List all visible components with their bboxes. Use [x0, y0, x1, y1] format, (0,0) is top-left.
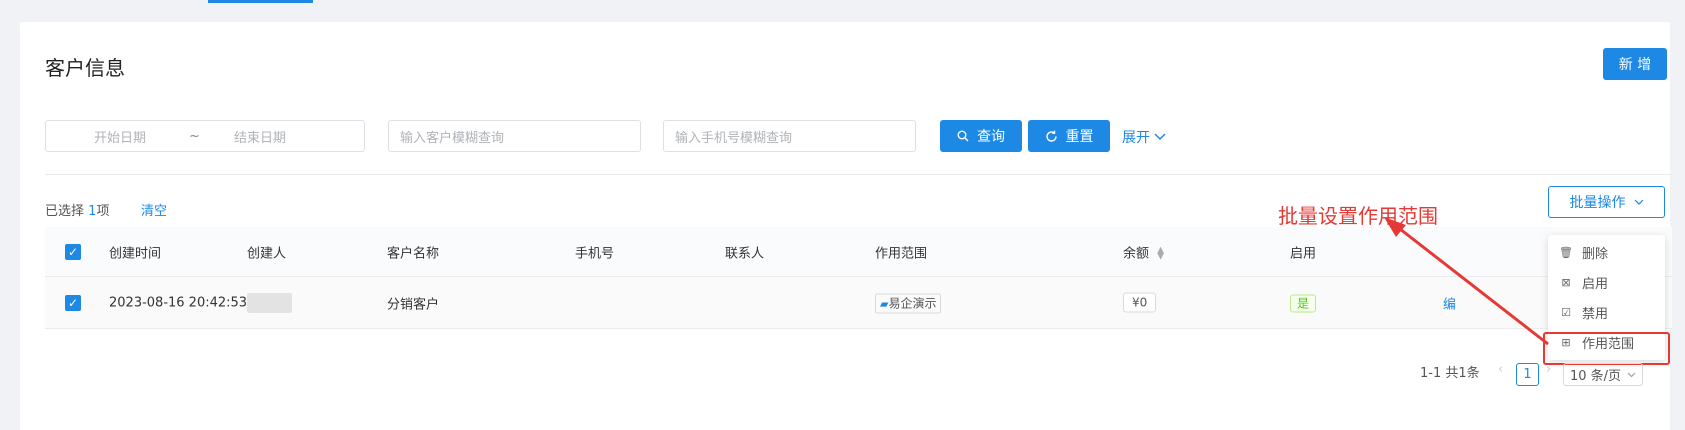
query-button-label: 查询 [977, 129, 1005, 145]
trash-icon: 🗑 [1559, 245, 1573, 259]
date-separator: ~ [189, 128, 200, 144]
main-card: 客户信息 新 增 开始日期 ~ 结束日期 输入客户模糊查询 输入手机号模糊查询 … [20, 22, 1672, 430]
annotation-arrow [1384, 217, 1549, 346]
reset-button[interactable]: 重置 [1028, 120, 1110, 152]
page-size-select[interactable]: 10 条/页 [1563, 363, 1643, 386]
selection-info: 已选择 1项 [45, 200, 109, 219]
scope-tag-label: 易企演示 [888, 296, 937, 310]
selection-prefix: 已选择 [45, 204, 85, 219]
reset-button-label: 重置 [1065, 129, 1094, 145]
cell-balance: ¥0 [1123, 292, 1157, 312]
menu-item-enable[interactable]: ⊠ 启用 [1548, 267, 1665, 297]
refresh-icon [1045, 130, 1057, 142]
cell-created-at: 2023-08-16 20:42:53 [109, 295, 248, 310]
column-header-contact: 联系人 [725, 246, 765, 261]
query-button[interactable]: 查询 [940, 120, 1022, 152]
pagination-prev-icon[interactable]: ‹ [1498, 362, 1503, 377]
cell-scope: ▰易企演示 [875, 293, 942, 313]
enabled-tag: 是 [1290, 294, 1317, 312]
batch-operation-button[interactable]: 批量操作 [1548, 186, 1665, 218]
menu-item-disable[interactable]: ☑ 禁用 [1548, 297, 1665, 327]
column-header-creator: 创建人 [247, 246, 287, 261]
search-icon [957, 130, 969, 142]
enable-icon: ⊠ [1561, 275, 1571, 289]
date-end-placeholder[interactable]: 结束日期 [234, 127, 286, 146]
batch-operation-label: 批量操作 [1569, 195, 1626, 211]
cell-enabled: 是 [1290, 294, 1317, 312]
date-range-picker[interactable]: 开始日期 ~ 结束日期 [45, 120, 365, 152]
clear-selection-link[interactable]: 清空 [141, 200, 167, 219]
column-header-enabled: 启用 [1290, 246, 1317, 261]
column-header-balance[interactable]: 余额 ▲ ▼ [1123, 242, 1164, 261]
row-checkbox[interactable]: ✓ [65, 294, 81, 311]
scope-tag: ▰易企演示 [875, 293, 942, 313]
chevron-down-icon [1627, 372, 1636, 377]
pagination-total: 1-1 共1条 [1420, 366, 1480, 381]
active-tab-indicator [208, 0, 313, 3]
cell-creator-redacted [247, 292, 292, 313]
menu-item-enable-label: 启用 [1582, 276, 1609, 292]
column-header-created-at: 创建时间 [109, 246, 162, 261]
expand-link-label: 展开 [1122, 130, 1150, 146]
cell-customer-name: 分销客户 [387, 297, 440, 312]
chevron-down-icon [1634, 199, 1643, 205]
column-header-customer-name: 客户名称 [387, 246, 440, 261]
new-button[interactable]: 新 增 [1603, 48, 1667, 80]
select-all-checkbox[interactable]: ✓ [65, 243, 81, 260]
chevron-down-icon [1154, 133, 1166, 141]
column-header-scope: 作用范围 [875, 246, 928, 261]
phone-search-input[interactable]: 输入手机号模糊查询 [663, 120, 916, 152]
selection-suffix: 项 [96, 204, 110, 219]
column-header-phone: 手机号 [575, 246, 615, 261]
filter-divider [45, 174, 1672, 175]
menu-item-delete[interactable]: 🗑 删除 [1548, 237, 1665, 267]
disable-icon: ☑ [1561, 305, 1571, 319]
annotation-highlight-box [1543, 332, 1670, 365]
customer-search-input[interactable]: 输入客户模糊查询 [388, 120, 641, 152]
balance-tag: ¥0 [1123, 292, 1157, 312]
pagination-page[interactable]: 1 [1516, 363, 1539, 386]
menu-item-disable-label: 禁用 [1582, 306, 1609, 322]
pagination-next-icon[interactable]: › [1546, 362, 1551, 377]
sort-icon[interactable]: ▲ ▼ [1157, 246, 1164, 261]
date-start-placeholder[interactable]: 开始日期 [94, 127, 146, 146]
menu-item-delete-label: 删除 [1582, 246, 1609, 262]
column-header-balance-label: 余额 [1123, 246, 1150, 261]
expand-link[interactable]: 展开 [1122, 127, 1166, 147]
page-size-label: 10 条/页 [1570, 369, 1622, 384]
page-title: 客户信息 [45, 56, 125, 80]
